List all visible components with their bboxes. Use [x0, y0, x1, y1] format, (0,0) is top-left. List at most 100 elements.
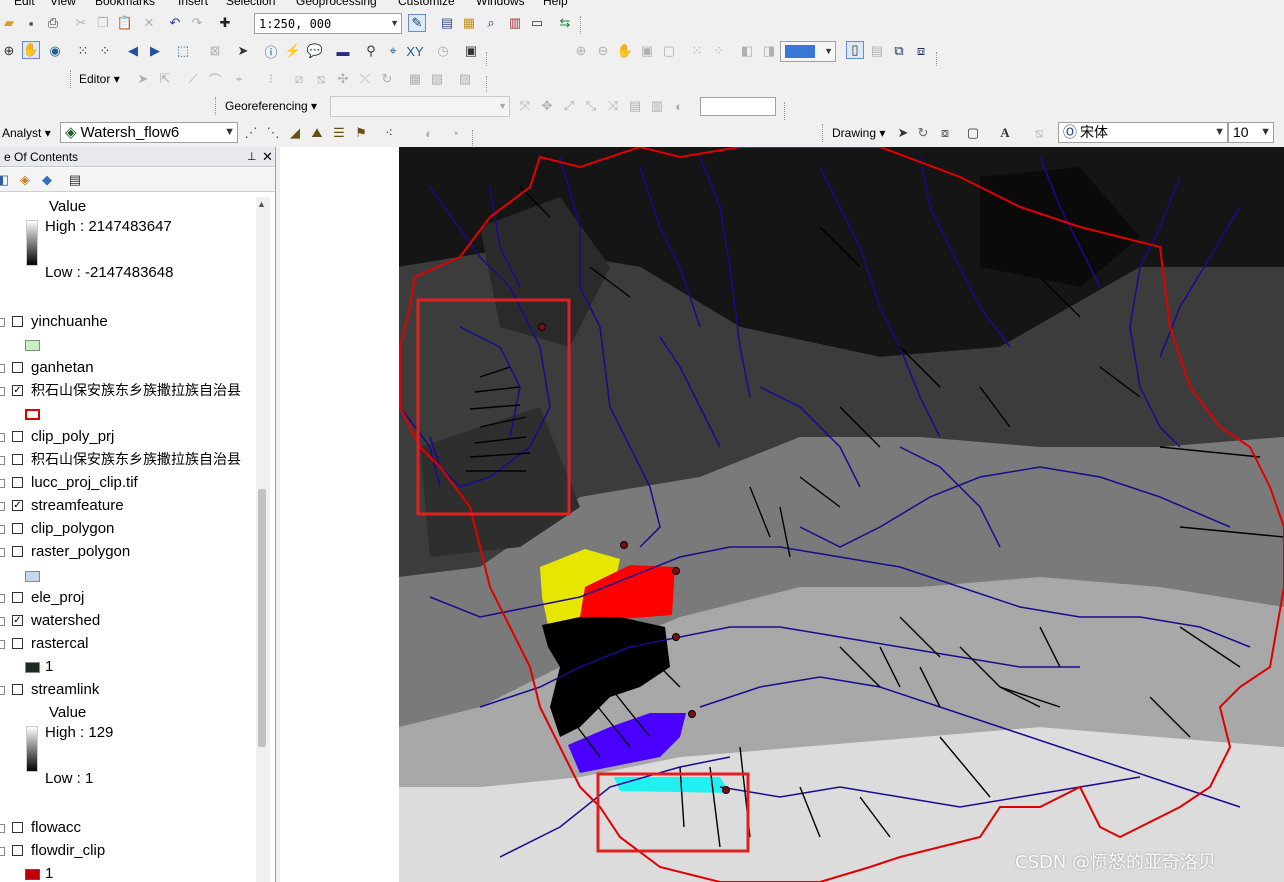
- layer-checkbox[interactable]: [12, 477, 23, 488]
- toolbar-grip[interactable]: [822, 124, 825, 142]
- editor-menu[interactable]: Editor ▾: [79, 70, 120, 88]
- editor-toolbar-icon[interactable]: ✎: [408, 14, 426, 32]
- layer-checkbox[interactable]: [12, 523, 23, 534]
- map-canvas[interactable]: [280, 147, 1284, 882]
- data-driven-pages-icon[interactable]: ⧈: [912, 42, 930, 60]
- prev-extent-icon[interactable]: ◧: [738, 42, 756, 60]
- text-tool-icon[interactable]: A: [996, 124, 1014, 142]
- trace-icon[interactable]: ⌁: [230, 70, 248, 88]
- select-features-icon[interactable]: ⬚: [174, 42, 192, 60]
- modelbuilder-icon[interactable]: ⇆: [556, 14, 574, 32]
- fixed-in-icon[interactable]: ⁙: [688, 42, 706, 60]
- layout-zoom-out-icon[interactable]: ⊖: [594, 42, 612, 60]
- menu-insert[interactable]: Insert: [178, 0, 208, 8]
- forward-icon[interactable]: ▶: [146, 42, 164, 60]
- raster-polygon-symbol[interactable]: [25, 571, 40, 582]
- expand-icon[interactable]: [0, 525, 5, 534]
- fixed-zoom-in-icon[interactable]: ⁙: [74, 42, 92, 60]
- python-window-icon[interactable]: ▭: [528, 14, 546, 32]
- options-icon[interactable]: ▤: [66, 171, 84, 189]
- focus-frame-icon[interactable]: ▤: [868, 42, 886, 60]
- full-extent-icon[interactable]: ◉: [46, 42, 64, 60]
- zoom-percent-combo[interactable]: 100% ▼: [780, 41, 836, 62]
- scroll-up-icon[interactable]: ▲: [257, 199, 266, 209]
- menu-customize[interactable]: Customize: [398, 0, 455, 8]
- toolbar-grip[interactable]: [472, 130, 475, 148]
- viewer-icon[interactable]: ▥: [648, 97, 666, 115]
- undo-icon[interactable]: ↶: [166, 14, 184, 32]
- straight-segment-icon[interactable]: ⟋: [184, 70, 202, 88]
- paste-icon[interactable]: 📋: [116, 14, 134, 32]
- font-name-combo[interactable]: Ⓞ 宋体 ▼: [1058, 122, 1228, 143]
- list-by-drawing-order-icon[interactable]: ◧: [0, 171, 12, 189]
- analyst-menu[interactable]: Analyst ▾: [2, 124, 51, 142]
- next-extent-icon[interactable]: ◨: [760, 42, 778, 60]
- georeferencing-menu[interactable]: Georeferencing ▾: [225, 97, 317, 115]
- font-size-combo[interactable]: 10 ▼: [1228, 122, 1274, 143]
- toc-scrollbar[interactable]: ▲: [256, 197, 270, 882]
- select-elements-draw-icon[interactable]: ➤: [894, 124, 912, 142]
- create-features-icon[interactable]: ▨: [456, 70, 474, 88]
- back-icon[interactable]: ◀: [124, 42, 142, 60]
- layer-checkbox[interactable]: [12, 431, 23, 442]
- expand-icon[interactable]: [0, 502, 5, 511]
- print-icon[interactable]: ⎙: [44, 14, 62, 32]
- redo-icon[interactable]: ↷: [188, 14, 206, 32]
- html-popup-icon[interactable]: 💬: [306, 42, 324, 60]
- scroll-thumb[interactable]: [258, 489, 266, 747]
- attributes-icon[interactable]: ▦: [406, 70, 424, 88]
- shift-icon[interactable]: ✥: [538, 97, 556, 115]
- arctoolbox-icon[interactable]: ▥: [506, 14, 524, 32]
- split-icon[interactable]: ⤫: [356, 70, 374, 88]
- fixed-zoom-out-icon[interactable]: ⁘: [96, 42, 114, 60]
- edit-annotation-icon[interactable]: ⇱: [156, 70, 174, 88]
- layer-checkbox[interactable]: [12, 362, 23, 373]
- toolbar-grip[interactable]: [70, 70, 73, 88]
- layer-checkbox[interactable]: [12, 684, 23, 695]
- delete-icon[interactable]: ✕: [140, 14, 158, 32]
- scale-combo[interactable]: 1:250, 000 ▼: [254, 13, 402, 34]
- layer-checkbox[interactable]: [12, 638, 23, 649]
- boundary-symbol[interactable]: [25, 409, 40, 420]
- toolbar-grip[interactable]: [580, 16, 583, 34]
- layer-checkbox[interactable]: ✓: [12, 385, 23, 396]
- georef-value-box[interactable]: [700, 97, 776, 116]
- layout-pan-icon[interactable]: ✋: [616, 42, 634, 60]
- scale-georef-icon[interactable]: ⤢: [560, 97, 578, 115]
- rotate-icon[interactable]: ↻: [378, 70, 396, 88]
- rectangle-icon[interactable]: ▢: [964, 124, 982, 142]
- layer-checkbox[interactable]: [12, 592, 23, 603]
- clear-selection-icon[interactable]: ⊠: [206, 42, 224, 60]
- auto-registration-icon[interactable]: ◐: [670, 97, 688, 115]
- zoom-whole-page-icon[interactable]: ▣: [638, 42, 656, 60]
- layer-checkbox[interactable]: [12, 546, 23, 557]
- layer-checkbox[interactable]: ✓: [12, 615, 23, 626]
- point-icon[interactable]: ⁝: [262, 70, 280, 88]
- expand-icon[interactable]: [0, 847, 5, 856]
- identify-icon[interactable]: ⓘ: [262, 42, 280, 60]
- expand-icon[interactable]: [0, 318, 5, 327]
- flow-accumulation-icon[interactable]: ⋱: [264, 124, 282, 142]
- select-link-icon[interactable]: ⤨: [604, 97, 622, 115]
- copy-icon[interactable]: ❐: [94, 14, 112, 32]
- expand-icon[interactable]: [0, 548, 5, 557]
- list-by-visibility-icon[interactable]: ◆: [38, 171, 56, 189]
- search-window-icon[interactable]: ⌕: [482, 14, 500, 32]
- toolbar-grip[interactable]: [784, 102, 787, 120]
- open-icon[interactable]: ▰: [0, 14, 18, 32]
- snap-pour-point-icon[interactable]: ⚑: [352, 124, 370, 142]
- zoom-in-icon[interactable]: ⊕: [0, 42, 18, 60]
- goto-xy-icon[interactable]: XY: [406, 42, 424, 60]
- profile-icon[interactable]: ◔: [446, 124, 464, 142]
- expand-icon[interactable]: [0, 456, 5, 465]
- pan-hand-icon[interactable]: ✋: [22, 41, 40, 59]
- contour-icon[interactable]: ⁖: [380, 124, 398, 142]
- menu-geoprocessing[interactable]: Geoprocessing: [296, 0, 377, 8]
- expand-icon[interactable]: [0, 479, 5, 488]
- layer-checkbox[interactable]: ✓: [12, 500, 23, 511]
- pin-icon[interactable]: ⊥: [247, 147, 257, 167]
- select-elements-icon[interactable]: ➤: [234, 42, 252, 60]
- save-icon[interactable]: ▪: [22, 14, 40, 32]
- drawing-menu[interactable]: Drawing ▾: [832, 124, 885, 142]
- layer-checkbox[interactable]: [12, 316, 23, 327]
